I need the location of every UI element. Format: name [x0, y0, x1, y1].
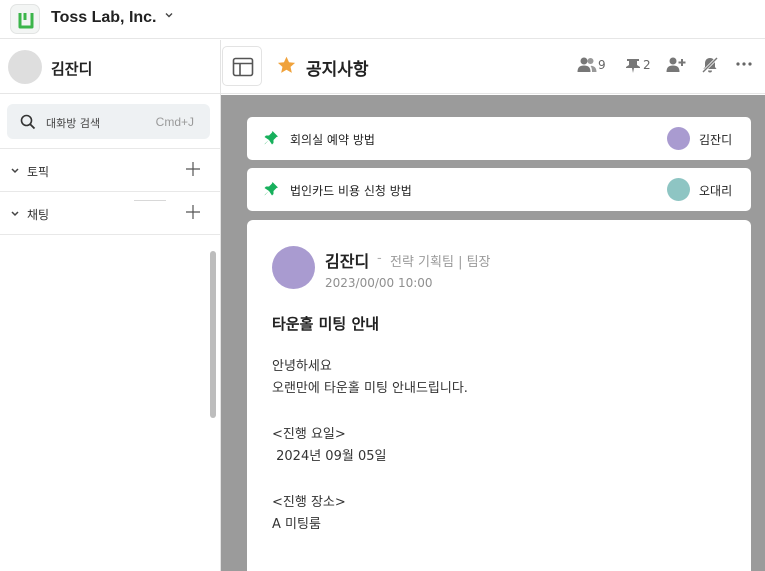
- pinned-title: 법인카드 비용 신청 방법: [290, 184, 412, 198]
- search-shortcut: Cmd+J: [155, 115, 194, 129]
- panel-toggle-button[interactable]: [222, 46, 262, 86]
- search-input[interactable]: 대화방 검색 Cmd+J: [7, 104, 210, 139]
- room-title: 공지사항: [306, 60, 369, 80]
- invite-member-icon[interactable]: [666, 56, 686, 74]
- post-body-line: 2024년 09월 05일: [272, 449, 387, 464]
- pinned-card[interactable]: 회의실 예약 방법 김잔디: [247, 117, 751, 160]
- drag-handle[interactable]: [134, 200, 166, 201]
- section-chats[interactable]: 채팅: [0, 191, 220, 235]
- members-icon[interactable]: [577, 56, 597, 74]
- jandi-logo-icon[interactable]: [10, 4, 40, 34]
- pinned-author: 오대리: [699, 184, 733, 198]
- section-chats-label: 채팅: [27, 208, 50, 222]
- announcement-post: 김잔디 - 전략 기획팀 | 팀장 2023/00/00 10:00 타운홀 미…: [247, 220, 751, 571]
- avatar[interactable]: [8, 50, 42, 84]
- pinned-author: 김잔디: [699, 133, 733, 147]
- pin-icon: [264, 131, 278, 145]
- avatar[interactable]: [667, 178, 690, 201]
- team-name[interactable]: Toss Lab, Inc.: [51, 9, 157, 27]
- more-icon[interactable]: [735, 61, 753, 67]
- avatar[interactable]: [667, 127, 690, 150]
- search-placeholder: 대화방 검색: [46, 117, 101, 130]
- post-body-line: <진행 장소>: [272, 495, 346, 510]
- chevron-down-icon[interactable]: [10, 166, 20, 176]
- plus-icon[interactable]: [185, 204, 201, 220]
- room-header: 공지사항 9 2: [221, 40, 765, 94]
- plus-icon[interactable]: [185, 161, 201, 177]
- members-count[interactable]: 9: [598, 58, 606, 72]
- profile-name: 김잔디: [51, 60, 93, 78]
- post-separator: -: [377, 251, 382, 266]
- post-body-line: 안녕하세요: [272, 359, 332, 374]
- section-topics[interactable]: 토픽: [0, 148, 220, 192]
- post-author[interactable]: 김잔디: [325, 248, 369, 272]
- notification-off-icon[interactable]: [701, 56, 719, 74]
- post-date: 2023/00/00 10:00: [325, 276, 433, 290]
- chevron-down-icon[interactable]: [10, 209, 20, 219]
- post-department: 전략 기획팀 | 팀장: [390, 255, 491, 270]
- sidebar: 김잔디 대화방 검색 Cmd+J 토픽 채팅: [0, 40, 221, 571]
- top-bar: Toss Lab, Inc.: [0, 0, 765, 39]
- pinned-title: 회의실 예약 방법: [290, 133, 375, 147]
- post-body-line: A 미팅룸: [272, 517, 321, 532]
- pin-icon[interactable]: [624, 56, 642, 74]
- chevron-down-icon[interactable]: [164, 10, 174, 20]
- search-icon: [20, 114, 36, 130]
- scrollbar[interactable]: [210, 251, 216, 418]
- divider: [0, 234, 220, 235]
- profile[interactable]: 김잔디: [0, 40, 220, 94]
- pins-count[interactable]: 2: [643, 58, 651, 72]
- pinned-card[interactable]: 법인카드 비용 신청 방법 오대리: [247, 168, 751, 211]
- panel-toggle-icon: [232, 57, 254, 77]
- star-icon[interactable]: [276, 55, 297, 76]
- post-body-line: <진행 요일>: [272, 427, 346, 442]
- pin-icon: [264, 182, 278, 196]
- section-topics-label: 토픽: [27, 165, 50, 179]
- avatar[interactable]: [272, 246, 315, 289]
- message-area: 회의실 예약 방법 김잔디 법인카드 비용 신청 방법 오대리 김잔디 - 전략…: [221, 95, 765, 571]
- post-title: 타운홀 미팅 안내: [272, 315, 380, 333]
- post-body-line: 오랜만에 타운홀 미팅 안내드립니다.: [272, 381, 468, 396]
